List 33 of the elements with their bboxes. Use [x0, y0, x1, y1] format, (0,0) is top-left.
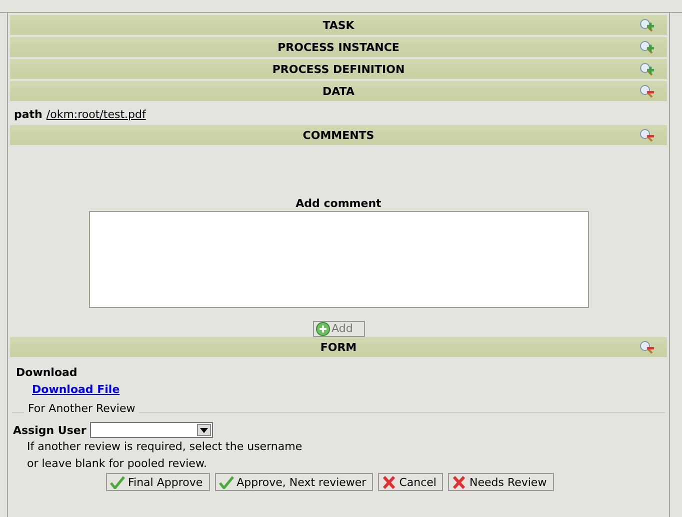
cross-icon [382, 476, 396, 488]
comment-label: Add comment [296, 197, 382, 210]
approve-button[interactable]: Final Approve [106, 473, 210, 491]
dropdown-icon [200, 428, 208, 432]
section-header[interactable]: DATA [10, 81, 667, 101]
download-link[interactable]: Download File [10, 381, 120, 399]
section-header[interactable]: COMMENTS [10, 125, 667, 145]
reject-button[interactable]: Needs Review [448, 473, 554, 491]
user-select[interactable] [90, 422, 214, 438]
zoom-out-icon[interactable] [639, 340, 655, 354]
section-header[interactable]: TASK [10, 15, 667, 35]
zoom-out-icon[interactable] [639, 84, 655, 98]
check-icon [218, 476, 234, 488]
reject-button[interactable]: Cancel [378, 473, 444, 491]
zoom-out-icon[interactable] [639, 128, 655, 142]
download-label: Download [15, 365, 78, 381]
zoom-in-icon[interactable] [639, 18, 655, 32]
comment-textarea[interactable] [88, 211, 588, 308]
help-text: or leave blank for pooled review. [26, 456, 208, 472]
cross-icon [452, 476, 466, 488]
field-label: path [14, 108, 42, 120]
zoom-in-icon[interactable] [639, 40, 655, 54]
check-icon [110, 476, 125, 488]
approve-button[interactable]: Approve, Next reviewer [214, 473, 374, 491]
help-text: If another review is required, select the username [26, 439, 304, 455]
file-path-link[interactable]: /okm:root/test.pdf [46, 108, 146, 120]
section-header[interactable]: PROCESS INSTANCE [10, 37, 667, 57]
section-header[interactable]: PROCESS DEFINITION [10, 59, 667, 79]
zoom-in-icon[interactable] [639, 62, 655, 76]
fieldset-legend: For Another Review [24, 402, 140, 415]
plus-circle-icon [316, 322, 330, 336]
section-header[interactable]: FORM [10, 337, 667, 357]
assign-user-label: Assign User [13, 424, 86, 436]
